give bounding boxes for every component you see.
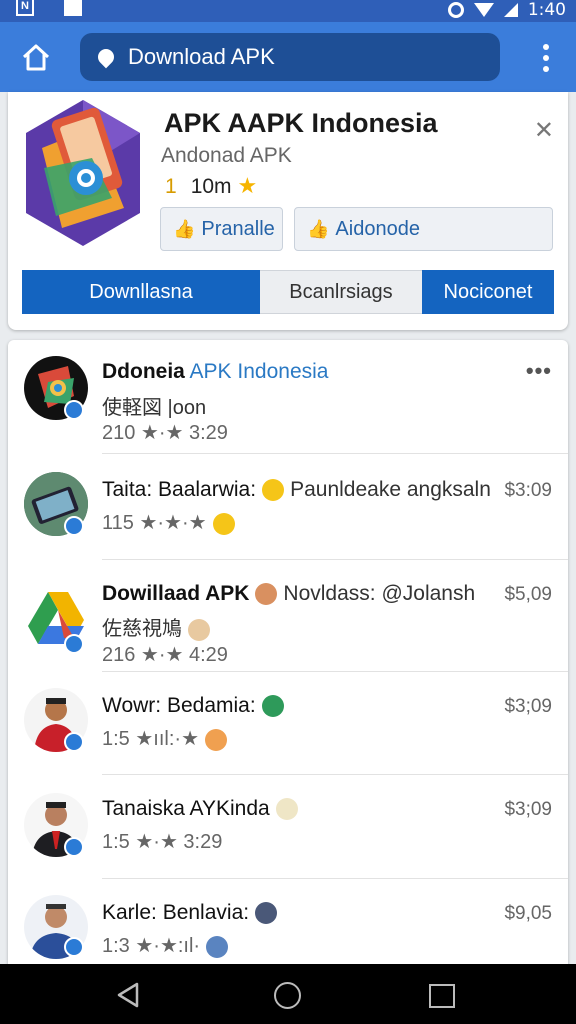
verified-badge-icon [64,937,84,957]
notification-square-icon [64,0,82,16]
pranalle-label: Pranalle [201,217,275,240]
more-options-icon[interactable]: ••• [526,358,552,384]
item-price: $3:09 [504,480,552,501]
star-badge-icon [206,935,229,958]
system-nav-bar [0,964,576,1024]
tab-bar: Downllasna Bcanlrsiags Nociconet [22,270,554,314]
home-icon[interactable] [20,42,52,74]
status-bar: N 1:40 [0,0,576,22]
app-bar: Download APK [0,22,576,92]
list-item[interactable]: Tanaiska AYKinda $3;09 1:5 ★·★ 3:29 [8,775,568,879]
tab-bcanlrsiags[interactable]: Bcanlrsiags [260,270,422,314]
emoji-icon [212,512,235,535]
item-meta: 1:5 ★ııl:·★ [102,726,233,751]
rating-row: 1 10m ★ [165,174,257,199]
app-title: APK AAPK Indonesia [164,108,438,138]
thumbs-up-icon: 👍 [307,218,330,240]
search-text: Download APK [128,44,275,69]
person-emoji-icon [188,618,210,641]
item-title: Taita: Baalarwia: Paunldeake angksaln [102,478,491,502]
list-item[interactable]: Ddoneia APK Indonesia ••• 使軽図 |oon 210 ★… [8,340,568,454]
item-title: Wowr: Bedamia: [102,694,290,718]
aidonode-button[interactable]: 👍 Aidonode [294,207,553,251]
search-bar[interactable]: Download APK [80,33,500,81]
aidonode-label: Aidonode [335,217,420,240]
app-list: Ddoneia APK Indonesia ••• 使軽図 |oon 210 ★… [8,340,568,980]
back-icon[interactable] [116,982,140,1008]
pranalle-button[interactable]: 👍 Pranalle [160,207,283,251]
item-price: $3;09 [504,696,552,717]
item-title: Dowillaad APK Novldass: @Jolansh [102,582,476,606]
eye-emoji-icon [261,695,284,718]
verified-badge-icon [64,732,84,752]
item-meta: 1:3 ★·★:ıl· [102,933,234,958]
emoji-icon [262,479,285,502]
rating-value: 1 [165,174,177,198]
item-title: Ddoneia APK Indonesia [102,360,329,383]
list-item[interactable]: Dowillaad APK Novldass: @Jolansh $5,09 佐慈… [8,560,568,672]
verified-badge-icon [64,516,84,536]
status-time: 1:40 [527,0,566,20]
notification-n-icon: N [16,0,34,16]
verified-badge-icon [64,400,84,420]
app-logo-icon [22,98,144,248]
item-meta: 115 ★·★·★ [102,510,241,535]
tab-download[interactable]: Downllasna [22,270,260,314]
list-item[interactable]: Taita: Baalarwia: Paunldeake angksaln $3:… [8,454,568,560]
person-emoji-icon [255,902,278,925]
app-header-card: APK AAPK Indonesia ✕ Andonad APK 1 10m ★… [8,92,568,330]
download-count: 10m [190,174,232,198]
location-icon [94,45,118,69]
close-icon[interactable]: ✕ [534,116,554,144]
item-subtitle: 使軽図 |oon [102,397,207,419]
item-meta: 216 ★·★ 4:29 [102,644,228,666]
item-price: $3;09 [504,799,552,820]
alarm-icon [447,2,464,18]
emoji-icon [205,728,227,751]
item-title: Karle: Benlavia: [102,901,283,925]
person-emoji-icon [255,583,278,606]
signal-icon [503,3,518,17]
item-subtitle: 佐慈視鳩 [102,612,216,641]
star-icon: ★ [237,174,258,199]
item-price: $5,09 [504,584,552,605]
item-meta: 210 ★·★ 3:29 [102,422,228,444]
list-item[interactable]: Wowr: Bedamia: $3;09 1:5 ★ııl:·★ [8,672,568,775]
item-meta: 1:5 ★·★ 3:29 [102,831,223,853]
home-circle-icon[interactable] [274,982,301,1009]
emoji-icon [275,798,298,821]
item-title: Tanaiska AYKinda [102,797,304,821]
item-price: $9,05 [504,903,552,924]
thumbs-up-icon: 👍 [173,218,196,240]
more-vert-icon[interactable] [542,44,550,72]
app-subtitle: Andonad APK [161,144,292,167]
tab-nociconet[interactable]: Nociconet [422,270,554,314]
verified-badge-icon [64,837,84,857]
recents-icon[interactable] [429,984,455,1008]
verified-badge-icon [64,634,84,654]
wifi-icon [473,3,494,17]
